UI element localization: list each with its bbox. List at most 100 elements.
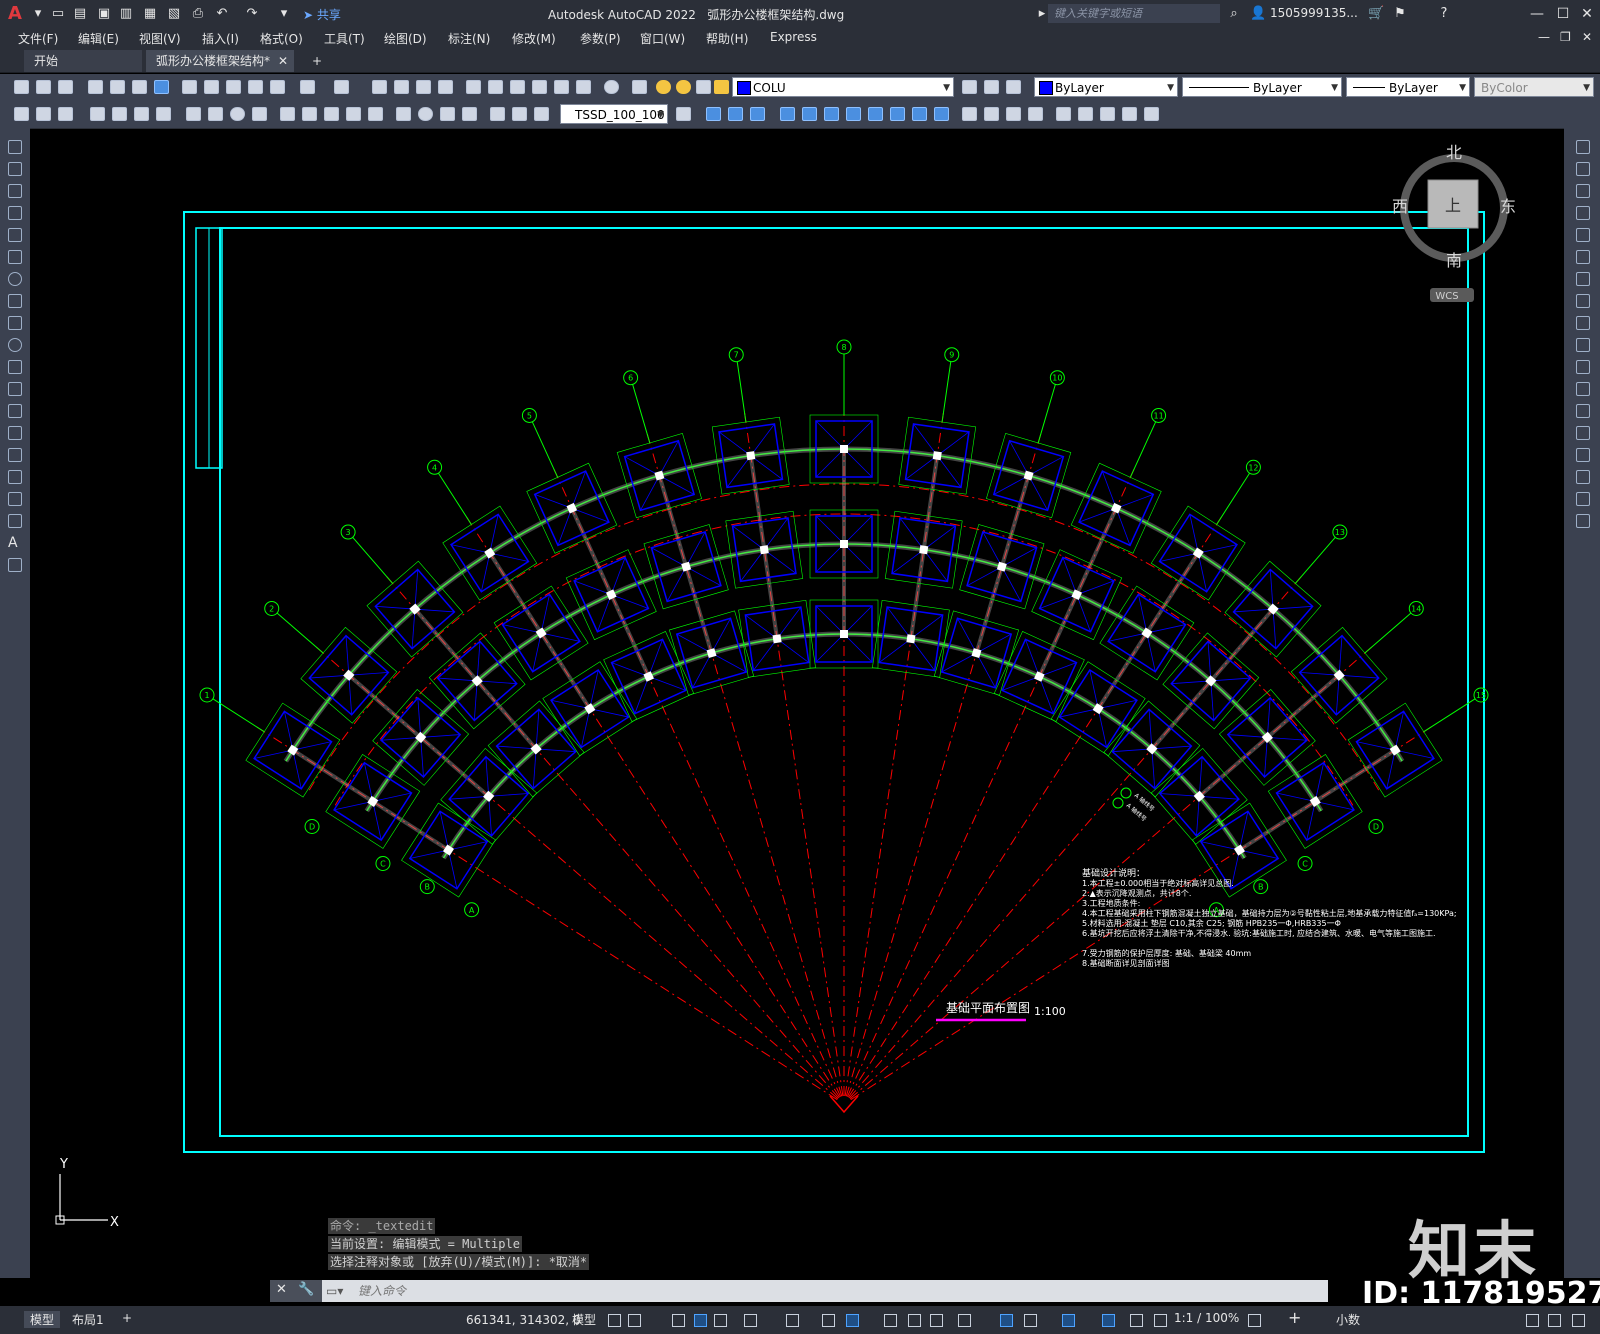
help-icon[interactable] (604, 80, 619, 94)
polygon-icon[interactable] (8, 206, 22, 220)
tssd-slab-icon[interactable] (802, 107, 817, 121)
pan-icon[interactable] (372, 80, 387, 94)
cart-icon[interactable]: 🛒 (1368, 6, 1384, 22)
share-button[interactable]: ➤ 共享 (303, 6, 341, 23)
close-icon[interactable]: ✕ (1574, 4, 1600, 24)
menu-help[interactable]: 帮助(H) (706, 30, 748, 47)
search-icon[interactable]: ⌕ (1226, 6, 1242, 22)
jogged-dimension-icon[interactable] (208, 107, 223, 121)
markup-icon[interactable] (554, 80, 569, 94)
grid-icon[interactable] (608, 1314, 621, 1327)
arc-icon[interactable] (8, 250, 22, 264)
erase-icon[interactable] (1576, 140, 1590, 154)
user-account[interactable]: 1505999135... (1270, 6, 1358, 20)
dimension-space-icon[interactable] (346, 107, 361, 121)
insert-block-icon[interactable] (8, 382, 22, 396)
save-icon[interactable] (58, 80, 73, 94)
blend-curves-icon[interactable] (1576, 492, 1590, 506)
array-icon[interactable] (1576, 228, 1590, 242)
ortho-icon[interactable] (714, 1314, 727, 1327)
tssd-pile-icon[interactable] (912, 107, 927, 121)
annotation-monitor-icon[interactable]: + (1288, 1308, 1301, 1327)
tool-palettes-icon[interactable] (510, 80, 525, 94)
break-icon[interactable] (1576, 404, 1590, 418)
selection-cycling-icon[interactable] (930, 1314, 943, 1327)
command-close-icon[interactable]: ✕ (276, 1282, 287, 1297)
tab-start[interactable]: 开始 (24, 50, 142, 72)
new-icon[interactable] (14, 80, 29, 94)
sheet-set-icon[interactable] (532, 80, 547, 94)
tssd-mirror-icon[interactable] (1028, 107, 1043, 121)
zoom-realtime-icon[interactable] (394, 80, 409, 94)
annotation-scale-dropdown[interactable]: 1:1 / 100% (1174, 1311, 1239, 1325)
radius-dimension-icon[interactable] (186, 107, 201, 121)
viewcube-north[interactable]: 北 (1446, 143, 1462, 162)
doc-close-icon[interactable]: ✕ (1582, 30, 1592, 44)
rectangle-icon[interactable] (8, 228, 22, 242)
tab-layout1[interactable]: 布局1 (72, 1311, 104, 1328)
paste-icon[interactable] (226, 80, 241, 94)
plot-icon[interactable]: ⎙ (190, 6, 206, 22)
dimension-update-icon[interactable] (534, 107, 549, 121)
isolate-objects-icon[interactable] (1526, 1314, 1539, 1327)
point-icon[interactable] (8, 426, 22, 440)
user-icon[interactable]: 👤 (1250, 6, 1266, 22)
object-snap-icon[interactable] (846, 1314, 859, 1327)
inspection-icon[interactable] (440, 107, 455, 121)
break-at-point-icon[interactable] (1576, 382, 1590, 396)
design-center-icon[interactable] (488, 80, 503, 94)
properties-icon[interactable] (466, 80, 481, 94)
tssd-section-icon[interactable] (846, 107, 861, 121)
customization-icon[interactable] (1572, 1314, 1585, 1327)
viewcube-south[interactable]: 南 (1446, 251, 1462, 270)
maximize-icon[interactable]: ☐ (1550, 4, 1576, 24)
polar-tracking-icon[interactable] (744, 1314, 757, 1327)
new-tab-button[interactable]: + (302, 50, 332, 72)
join-icon[interactable] (1576, 426, 1590, 440)
offset-icon[interactable] (1576, 206, 1590, 220)
add-selected-icon[interactable] (8, 558, 22, 572)
save-as-icon[interactable]: ▥ (118, 6, 134, 22)
preview-icon[interactable] (110, 80, 125, 94)
undo-icon[interactable]: ↶ (214, 6, 230, 22)
open-icon[interactable] (36, 80, 51, 94)
trim-icon[interactable] (1576, 338, 1590, 352)
menu-draw[interactable]: 绘图(D) (384, 30, 427, 47)
tssd-layer-icon[interactable] (1100, 107, 1115, 121)
dimension-style-icon[interactable] (676, 107, 691, 121)
annotation-scale-icon[interactable] (1154, 1314, 1167, 1327)
rotate-icon[interactable] (1576, 272, 1590, 286)
polyline-icon[interactable] (8, 184, 22, 198)
gradient-icon[interactable] (8, 470, 22, 484)
undo-icon[interactable] (300, 80, 315, 94)
lineweight-icon[interactable] (884, 1314, 897, 1327)
tssd-stair-icon[interactable] (962, 107, 977, 121)
customize-qat-icon[interactable]: ▾ (276, 6, 292, 22)
ordinate-dimension-icon[interactable] (156, 107, 171, 121)
tssd-copy-icon[interactable] (1006, 107, 1021, 121)
workspace-gear-icon[interactable] (1248, 1314, 1261, 1327)
plotstyle-dropdown[interactable]: ByColor ▼ (1474, 77, 1594, 97)
model-space-toggle[interactable]: 模型 (572, 1311, 596, 1328)
mirror-icon[interactable] (1576, 184, 1590, 198)
menu-modify[interactable]: 修改(M) (512, 30, 556, 47)
dynamic-ucs-icon[interactable] (1000, 1314, 1013, 1327)
make-block-icon[interactable] (8, 404, 22, 418)
tssd-help-icon[interactable] (1144, 107, 1159, 121)
add-layout-button[interactable]: + (122, 1311, 132, 1325)
redo-icon[interactable] (334, 80, 349, 94)
save-icon[interactable]: ▣ (96, 6, 112, 22)
region-icon[interactable] (8, 492, 22, 506)
hatch-icon[interactable] (8, 448, 22, 462)
tssd-tool-icon[interactable] (14, 107, 29, 121)
layer-previous-icon[interactable] (984, 80, 999, 94)
tssd-table-icon[interactable] (868, 107, 883, 121)
calculator-icon[interactable] (576, 80, 591, 94)
match-properties-icon[interactable] (248, 80, 263, 94)
annotation-visibility-icon[interactable] (1102, 1314, 1115, 1327)
search-input[interactable]: 键入关键字或短语 (1048, 4, 1220, 23)
tssd-column-icon[interactable] (36, 107, 51, 121)
snap-icon[interactable] (628, 1314, 641, 1327)
stretch-icon[interactable] (1576, 316, 1590, 330)
menu-window[interactable]: 窗口(W) (640, 30, 685, 47)
